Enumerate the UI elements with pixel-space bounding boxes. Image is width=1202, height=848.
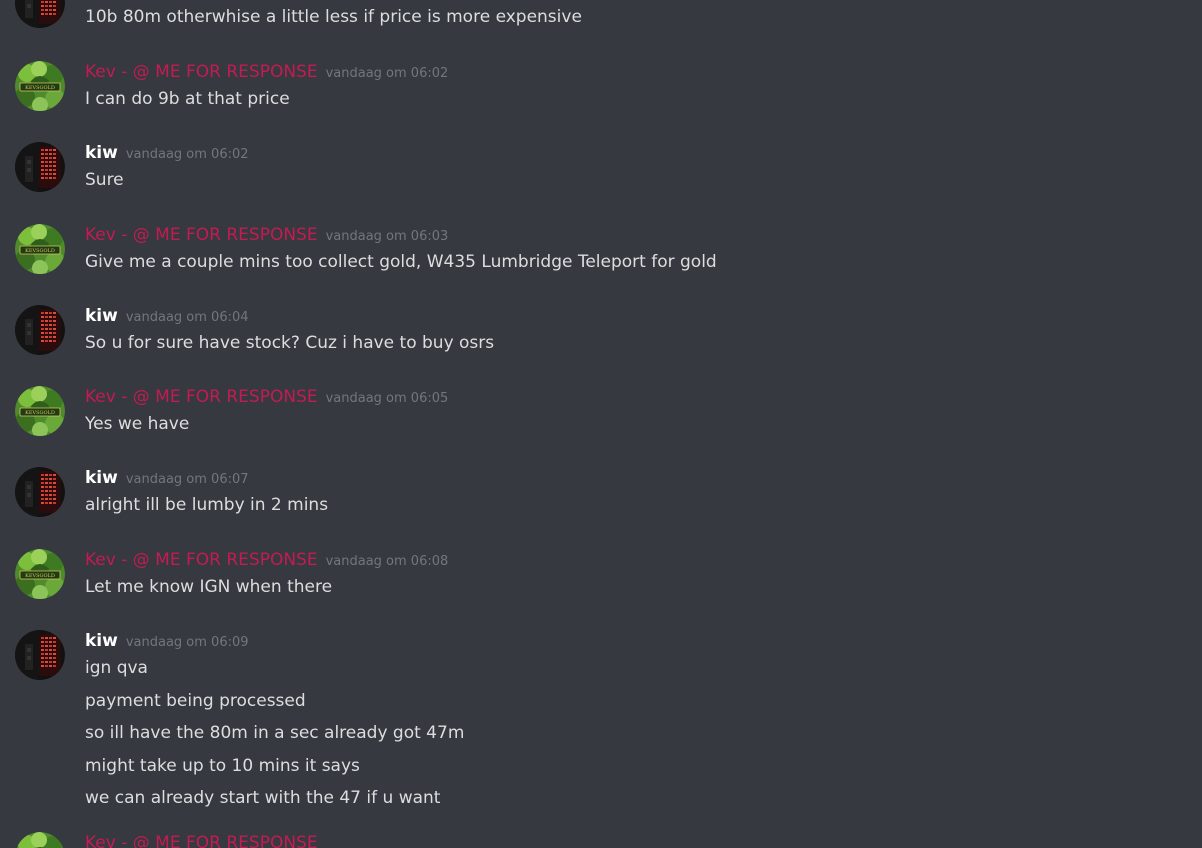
avatar-logo-text: KEVSGOLD xyxy=(25,410,55,416)
timestamp[interactable]: vandaag om 06:04 xyxy=(126,310,249,325)
username[interactable]: kiw xyxy=(85,468,118,488)
message-header: Kev - @ ME FOR RESPONSE xyxy=(85,832,318,848)
timestamp[interactable]: vandaag om 06:09 xyxy=(126,635,249,650)
message-text: Let me know IGN when there xyxy=(85,577,333,597)
username[interactable]: Kev - @ ME FOR RESPONSE xyxy=(85,833,318,848)
message-text: so ill have the 80m in a sec already got… xyxy=(85,723,465,743)
timestamp[interactable]: vandaag om 06:05 xyxy=(326,391,449,406)
avatar-kiw[interactable] xyxy=(15,630,65,680)
message-text: So u for sure have stock? Cuz i have to … xyxy=(85,333,495,353)
avatar-kev[interactable]: KEVSGOLD xyxy=(15,386,65,436)
message-text: I can do 9b at that price xyxy=(85,89,290,109)
timestamp[interactable]: vandaag om 06:02 xyxy=(326,66,449,81)
username[interactable]: kiw xyxy=(85,631,118,651)
message-text: payment being processed xyxy=(85,691,306,711)
chat-message-list: 10b 80m otherwhise a little less if pric… xyxy=(0,0,1202,848)
message-header: kiw vandaag om 06:04 xyxy=(85,305,249,329)
message-header: Kev - @ ME FOR RESPONSE vandaag om 06:08 xyxy=(85,549,448,573)
avatar-kev[interactable]: KEVSGOLD xyxy=(15,224,65,274)
avatar-kev[interactable]: KEVSGOLD xyxy=(15,549,65,599)
message-text: Give me a couple mins too collect gold, … xyxy=(85,252,717,272)
username[interactable]: kiw xyxy=(85,306,118,326)
avatar-kev[interactable] xyxy=(15,832,65,848)
avatar-kiw[interactable] xyxy=(15,305,65,355)
avatar-kiw[interactable] xyxy=(15,142,65,192)
message-header: Kev - @ ME FOR RESPONSE vandaag om 06:05 xyxy=(85,386,448,410)
timestamp[interactable]: vandaag om 06:03 xyxy=(326,229,449,244)
username[interactable]: Kev - @ ME FOR RESPONSE xyxy=(85,62,318,82)
message-text: 10b 80m otherwhise a little less if pric… xyxy=(85,7,582,27)
username[interactable]: Kev - @ ME FOR RESPONSE xyxy=(85,387,318,407)
timestamp[interactable]: vandaag om 06:08 xyxy=(326,554,449,569)
message-header: Kev - @ ME FOR RESPONSE vandaag om 06:03 xyxy=(85,224,448,248)
message-text: Yes we have xyxy=(85,414,190,434)
message-header: kiw vandaag om 06:07 xyxy=(85,467,249,491)
message-header: kiw vandaag om 06:02 xyxy=(85,142,249,166)
avatar-logo-text: KEVSGOLD xyxy=(25,573,55,579)
username[interactable]: kiw xyxy=(85,143,118,163)
message-text: Sure xyxy=(85,170,124,190)
timestamp[interactable]: vandaag om 06:07 xyxy=(126,472,249,487)
avatar-logo-text: KEVSGOLD xyxy=(25,85,55,91)
avatar-kiw[interactable] xyxy=(15,0,65,28)
avatar-kev[interactable]: KEVSGOLD xyxy=(15,61,65,111)
username[interactable]: Kev - @ ME FOR RESPONSE xyxy=(85,225,318,245)
message-text: alright ill be lumby in 2 mins xyxy=(85,495,329,515)
message-text: we can already start with the 47 if u wa… xyxy=(85,788,441,808)
timestamp[interactable]: vandaag om 06:02 xyxy=(126,147,249,162)
avatar-logo-text: KEVSGOLD xyxy=(25,248,55,254)
message-header: Kev - @ ME FOR RESPONSE vandaag om 06:02 xyxy=(85,61,448,85)
avatar-kiw[interactable] xyxy=(15,467,65,517)
username[interactable]: Kev - @ ME FOR RESPONSE xyxy=(85,550,318,570)
message-header: kiw vandaag om 06:09 xyxy=(85,630,249,654)
message-text: ign qva xyxy=(85,658,148,678)
message-text: might take up to 10 mins it says xyxy=(85,756,360,776)
